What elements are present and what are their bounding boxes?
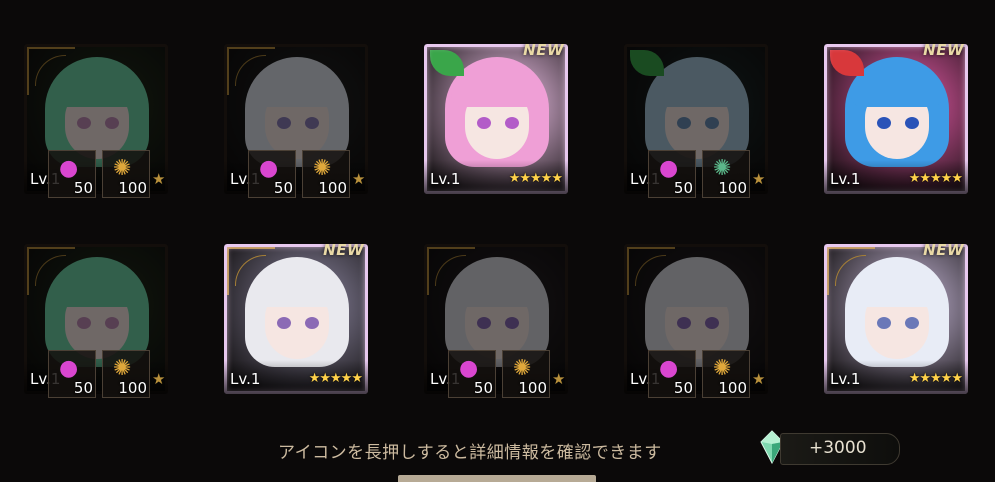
material-count: 50 — [473, 379, 493, 397]
character-card[interactable]: Lv.1 ★★★★★ NEW — [824, 244, 968, 394]
character-card[interactable]: Lv.1 ★★★★★ NEW — [224, 244, 368, 394]
level-label: Lv.1 — [430, 170, 461, 188]
material-count: 100 — [518, 379, 547, 397]
frame-corner-ornament — [27, 47, 75, 95]
star-icon: ★ — [152, 170, 166, 188]
rarity-stars: ★★★★★ — [308, 371, 363, 386]
apple-icon: ● — [259, 156, 279, 181]
material-count: 100 — [718, 179, 747, 197]
new-badge: NEW — [923, 44, 964, 59]
gold-ore-material-slot: ✺ 100 — [102, 150, 150, 198]
new-badge: NEW — [523, 44, 564, 59]
star-icon: ★ — [752, 170, 766, 188]
material-count: 50 — [73, 179, 93, 197]
card-grid: Lv.1 Lv.1 Lv.1 ★★★★★ NEW Lv.1 Lv.1 ★★★★★ NEW Lv.1… — [0, 0, 995, 482]
gold-ore-material-slot: ✺ 100 — [102, 350, 150, 398]
frame-leaf-ornament — [630, 50, 664, 76]
green-ore-material-slot: ✺ 100 — [702, 150, 750, 198]
gold-ore-material-slot: ✺ 100 — [702, 350, 750, 398]
level-label: Lv.1 — [830, 370, 861, 388]
gold-ore-icon: ✺ — [513, 356, 532, 381]
level-label: Lv.1 — [830, 170, 861, 188]
frame-corner-ornament — [627, 247, 675, 295]
apple-icon: ● — [59, 156, 79, 181]
apple-material-slot: ● 50 — [248, 150, 296, 198]
star-icon: ★ — [352, 170, 366, 188]
star-icon: ★ — [752, 370, 766, 388]
apple-icon: ● — [459, 356, 479, 381]
gold-ore-icon: ✺ — [113, 156, 132, 181]
new-badge: NEW — [323, 244, 364, 259]
character-card[interactable]: Lv.1 ★★★★★ NEW — [824, 44, 968, 194]
gold-ore-icon: ✺ — [313, 156, 332, 181]
bottom-button-edge[interactable] — [398, 475, 596, 482]
material-count: 50 — [273, 179, 293, 197]
gold-ore-material-slot: ✺ 100 — [502, 350, 550, 398]
gold-ore-icon: ✺ — [713, 356, 732, 381]
material-count: 100 — [118, 379, 147, 397]
apple-material-slot: ● 50 — [448, 350, 496, 398]
apple-icon: ● — [59, 356, 79, 381]
gold-ore-icon: ✺ — [113, 356, 132, 381]
material-count: 50 — [673, 179, 693, 197]
apple-material-slot: ● 50 — [48, 350, 96, 398]
material-count: 100 — [318, 179, 347, 197]
material-count: 100 — [718, 379, 747, 397]
rarity-stars: ★★★★★ — [508, 171, 563, 186]
reward-display: +3000 — [780, 433, 900, 465]
hint-text: アイコンを長押しすると詳細情報を確認できます — [278, 443, 662, 463]
rarity-stars: ★★★★★ — [908, 371, 963, 386]
apple-icon: ● — [659, 356, 679, 381]
material-count: 50 — [673, 379, 693, 397]
apple-material-slot: ● 50 — [648, 350, 696, 398]
gold-ore-material-slot: ✺ 100 — [302, 150, 350, 198]
material-count: 50 — [73, 379, 93, 397]
frame-corner-ornament — [27, 247, 75, 295]
level-label: Lv.1 — [230, 370, 261, 388]
green-ore-icon: ✺ — [713, 156, 732, 181]
apple-icon: ● — [659, 156, 679, 181]
material-count: 100 — [118, 179, 147, 197]
apple-material-slot: ● 50 — [48, 150, 96, 198]
apple-material-slot: ● 50 — [648, 150, 696, 198]
star-icon: ★ — [152, 370, 166, 388]
rarity-stars: ★★★★★ — [908, 171, 963, 186]
character-card[interactable]: Lv.1 ★★★★★ NEW — [424, 44, 568, 194]
frame-corner-ornament — [227, 47, 275, 95]
reward-value: +3000 — [809, 438, 867, 458]
frame-corner-ornament — [427, 247, 475, 295]
new-badge: NEW — [923, 244, 964, 259]
star-icon: ★ — [552, 370, 566, 388]
